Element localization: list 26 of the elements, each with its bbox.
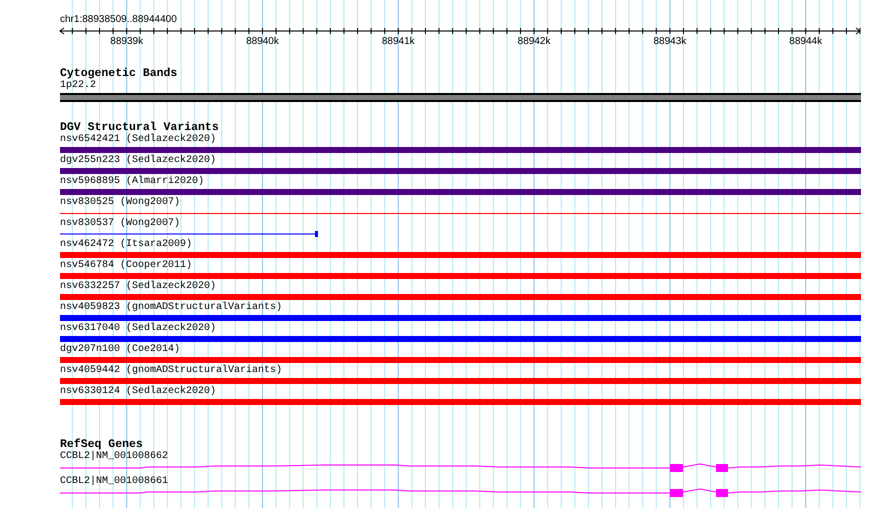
gene-label: CCBL2|NM_001008662	[60, 451, 168, 462]
tick-label: 88939k	[110, 36, 144, 47]
tick-label: 88940k	[246, 36, 279, 47]
variant-label: nsv5968895 (Almarri2020)	[60, 176, 204, 187]
variant-label: nsv830525 (Wong2007)	[60, 197, 180, 208]
tick-label: 88944k	[789, 36, 822, 47]
track-title: RefSeq Genes	[60, 439, 143, 451]
variant-label: nsv462472 (Itsara2009)	[60, 239, 192, 250]
track-title: Cytogenetic Bands	[60, 68, 178, 80]
variant-label: nsv6330124 (Sedlazeck2020)	[60, 386, 216, 397]
variant-label: nsv6317040 (Sedlazeck2020)	[60, 323, 216, 334]
variant-label: dgv207n100 (Coe2014)	[60, 344, 180, 355]
variant-label: nsv4059442 (gnomADStructuralVariants)	[60, 365, 282, 376]
track-title: DGV Structural Variants	[60, 122, 219, 134]
variant-label: nsv830537 (Wong2007)	[60, 218, 180, 229]
band-label: 1p22.2	[60, 80, 96, 91]
region-label: chr1:88938509..88944400	[60, 14, 177, 26]
variant-label: dgv255n223 (Sedlazeck2020)	[60, 155, 216, 166]
tick-label: 88943k	[653, 36, 686, 47]
variant-label: nsv4059823 (gnomADStructuralVariants)	[60, 302, 282, 313]
variant-label: nsv6332257 (Sedlazeck2020)	[60, 281, 216, 292]
tick-label: 88942k	[518, 36, 550, 47]
gene-label: CCBL2|NM_001008661	[60, 476, 168, 487]
variant-label: nsv6542421 (Sedlazeck2020)	[60, 134, 216, 145]
tick-label: 88941k	[382, 36, 415, 47]
variant-label: nsv546784 (Cooper2011)	[60, 260, 192, 271]
